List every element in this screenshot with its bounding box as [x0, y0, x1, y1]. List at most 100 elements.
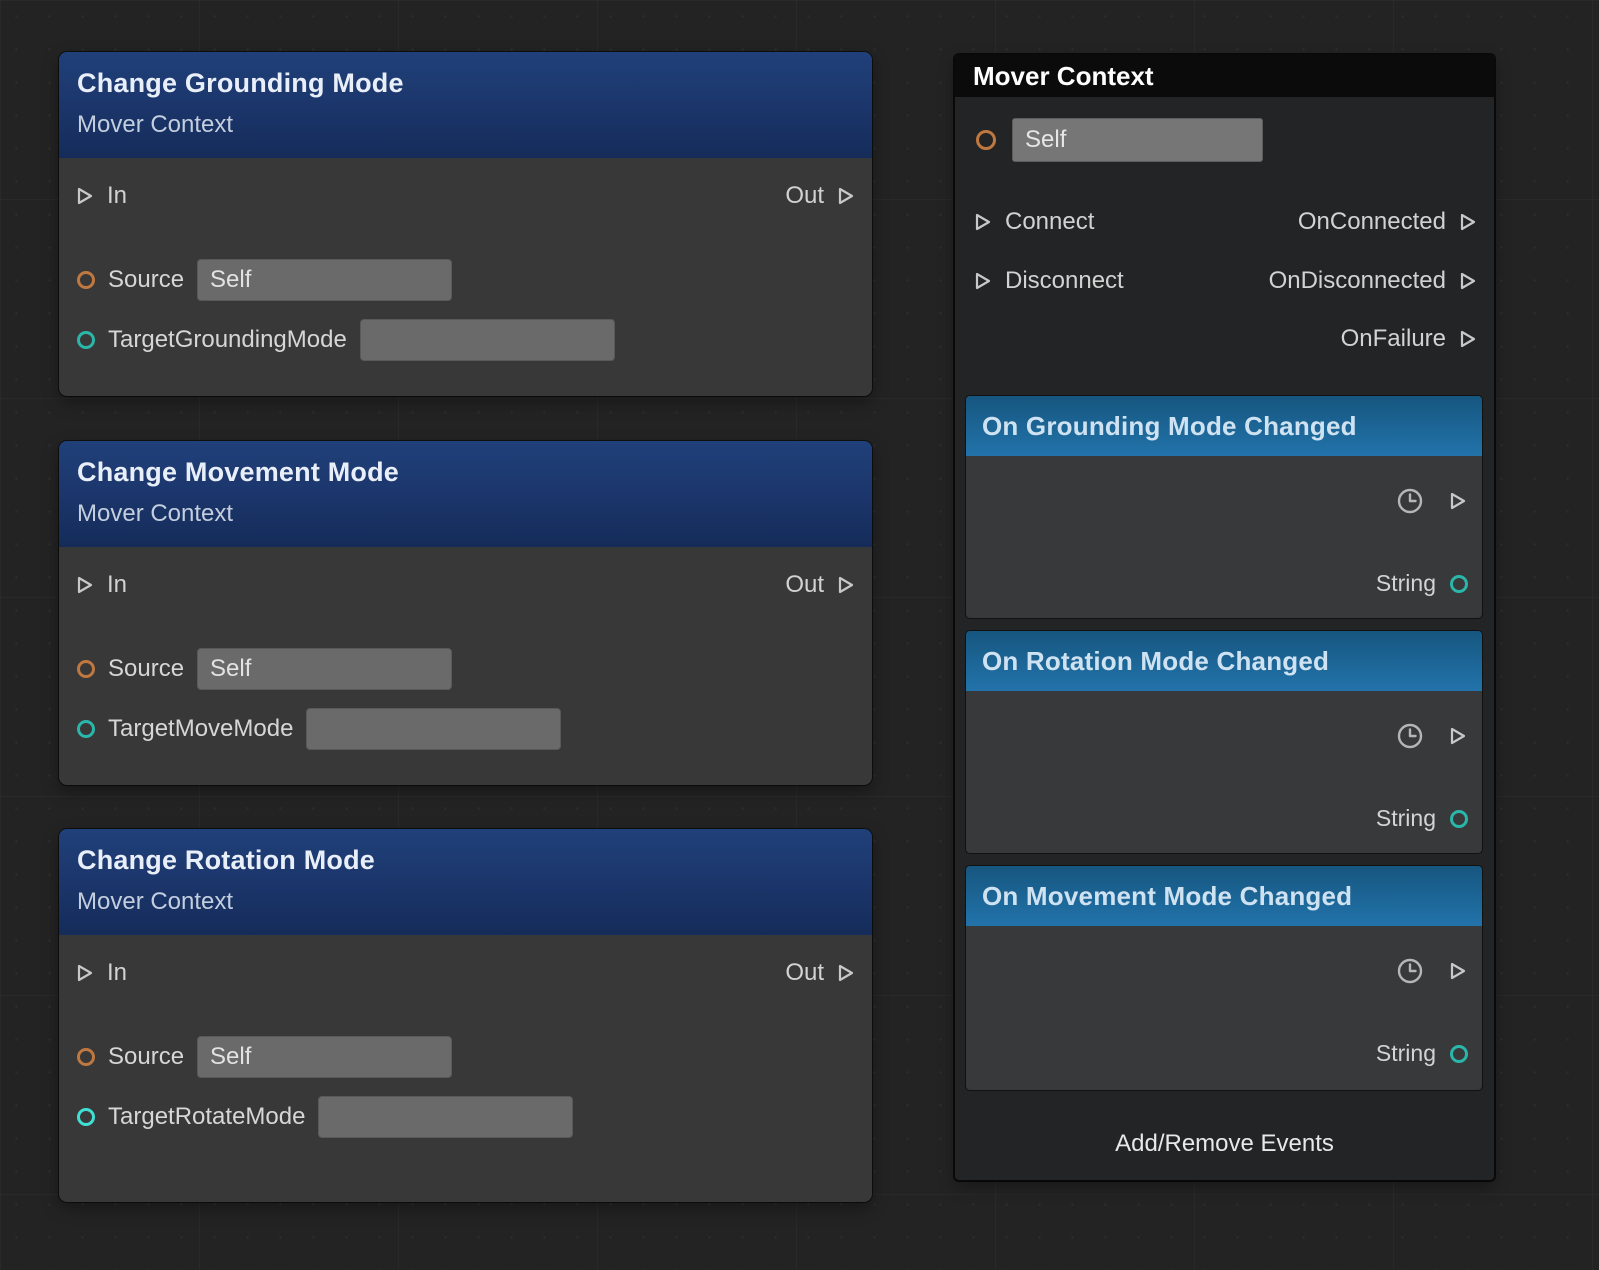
- self-row: Self: [976, 118, 1263, 162]
- node-title: Mover Context: [973, 60, 1154, 91]
- event-header[interactable]: On Grounding Mode Changed: [966, 396, 1482, 456]
- exec-out-port[interactable]: Out: [785, 182, 856, 210]
- target-label: TargetMoveMode: [108, 715, 294, 742]
- exec-out-label: Out: [785, 182, 824, 209]
- exec-out-triangle-icon[interactable]: [1448, 961, 1468, 981]
- event-title: On Rotation Mode Changed: [982, 645, 1330, 676]
- node-header[interactable]: Change Grounding Mode Mover Context: [59, 52, 872, 158]
- source-port-icon[interactable]: [77, 271, 95, 289]
- node-header[interactable]: Mover Context: [955, 55, 1494, 97]
- target-label: TargetRotateMode: [108, 1103, 306, 1130]
- node-subtitle: Mover Context: [77, 500, 234, 527]
- target-row: TargetGroundingMode: [77, 318, 615, 362]
- onconnected-label: OnConnected: [1297, 208, 1446, 235]
- source-port-icon[interactable]: [77, 660, 95, 678]
- target-port-icon[interactable]: [77, 720, 95, 738]
- target-label: TargetGroundingMode: [108, 326, 347, 353]
- string-output-label: String: [1375, 570, 1436, 596]
- exec-out-label: Out: [785, 571, 824, 598]
- exec-in-triangle-icon[interactable]: [75, 575, 95, 595]
- self-input[interactable]: Self: [1012, 118, 1263, 162]
- disconnect-row: Disconnect OnDisconnected: [955, 263, 1494, 299]
- exec-out-triangle-icon[interactable]: [1448, 491, 1468, 511]
- node-subtitle: Mover Context: [77, 888, 234, 915]
- exec-out-label: Out: [785, 959, 824, 986]
- exec-in-triangle-icon[interactable]: [973, 271, 993, 291]
- target-port-icon[interactable]: [77, 331, 95, 349]
- source-input[interactable]: Self: [197, 648, 453, 690]
- exec-out-triangle-icon[interactable]: [1458, 212, 1478, 232]
- target-port-icon[interactable]: [77, 1108, 95, 1126]
- node-change-grounding-mode[interactable]: Change Grounding Mode Mover Context In O…: [59, 52, 872, 396]
- exec-in-triangle-icon[interactable]: [973, 212, 993, 232]
- node-title: Change Rotation Mode: [77, 845, 375, 875]
- connect-in-port[interactable]: Connect: [973, 208, 1094, 236]
- exec-out-port[interactable]: Out: [785, 959, 856, 987]
- target-input[interactable]: [306, 708, 562, 750]
- exec-row: In Out: [59, 567, 872, 603]
- source-label: Source: [108, 655, 185, 682]
- exec-row: In Out: [59, 955, 872, 991]
- event-output-row: String: [1376, 570, 1468, 597]
- onfailure-label: OnFailure: [1340, 325, 1446, 352]
- exec-out-triangle-icon[interactable]: [836, 575, 856, 595]
- source-input[interactable]: Self: [197, 259, 453, 301]
- node-change-rotation-mode[interactable]: Change Rotation Mode Mover Context In Ou…: [59, 829, 872, 1202]
- exec-row: In Out: [59, 178, 872, 214]
- exec-in-label: In: [107, 959, 128, 986]
- exec-out-triangle-icon[interactable]: [1448, 726, 1468, 746]
- onfailure-out-port[interactable]: OnFailure: [1341, 325, 1478, 353]
- target-input[interactable]: [318, 1096, 574, 1138]
- exec-out-port[interactable]: Out: [785, 571, 856, 599]
- exec-out-triangle-icon[interactable]: [1458, 329, 1478, 349]
- string-port-icon[interactable]: [1450, 809, 1468, 828]
- event-output-row: String: [1376, 805, 1468, 832]
- string-output-label: String: [1375, 805, 1436, 831]
- node-header[interactable]: Change Movement Mode Mover Context: [59, 441, 872, 547]
- disconnect-in-port[interactable]: Disconnect: [973, 267, 1124, 295]
- node-title: Change Grounding Mode: [77, 68, 404, 98]
- target-input[interactable]: [359, 319, 615, 361]
- exec-out-triangle-icon[interactable]: [836, 186, 856, 206]
- event-header[interactable]: On Movement Mode Changed: [966, 866, 1482, 926]
- event-on-grounding-mode-changed[interactable]: On Grounding Mode Changed String: [966, 396, 1482, 618]
- exec-in-port[interactable]: In: [75, 571, 127, 599]
- onconnected-out-port[interactable]: OnConnected: [1298, 208, 1478, 236]
- string-port-icon[interactable]: [1450, 574, 1468, 593]
- exec-out-triangle-icon[interactable]: [1458, 271, 1478, 291]
- event-header[interactable]: On Rotation Mode Changed: [966, 631, 1482, 691]
- exec-in-port[interactable]: In: [75, 959, 127, 987]
- source-label: Source: [108, 1043, 185, 1070]
- disconnect-label: Disconnect: [1005, 267, 1124, 294]
- event-output-row: String: [1376, 1040, 1468, 1067]
- target-row: TargetRotateMode: [77, 1095, 574, 1139]
- source-label: Source: [108, 266, 185, 293]
- event-exec-row: [1396, 957, 1468, 985]
- ondisconnected-label: OnDisconnected: [1268, 267, 1446, 294]
- source-port-icon[interactable]: [77, 1048, 95, 1066]
- event-title: On Grounding Mode Changed: [982, 410, 1357, 441]
- exec-in-port[interactable]: In: [75, 182, 127, 210]
- exec-in-triangle-icon[interactable]: [75, 186, 95, 206]
- node-header[interactable]: Change Rotation Mode Mover Context: [59, 829, 872, 935]
- event-exec-row: [1396, 487, 1468, 515]
- node-change-movement-mode[interactable]: Change Movement Mode Mover Context In Ou…: [59, 441, 872, 785]
- add-remove-events-button[interactable]: Add/Remove Events: [955, 1130, 1494, 1158]
- event-on-rotation-mode-changed[interactable]: On Rotation Mode Changed String: [966, 631, 1482, 853]
- node-mover-context[interactable]: Mover Context Self Connect OnConnected D…: [955, 55, 1494, 1180]
- event-title: On Movement Mode Changed: [982, 880, 1353, 911]
- string-port-icon[interactable]: [1450, 1044, 1468, 1063]
- clock-icon: [1397, 958, 1423, 984]
- node-title: Change Movement Mode: [77, 457, 400, 487]
- event-on-movement-mode-changed[interactable]: On Movement Mode Changed String: [966, 866, 1482, 1090]
- source-input[interactable]: Self: [197, 1036, 453, 1078]
- event-exec-row: [1396, 722, 1468, 750]
- self-port-icon[interactable]: [976, 130, 996, 150]
- exec-out-triangle-icon[interactable]: [836, 963, 856, 983]
- graph-canvas[interactable]: Change Grounding Mode Mover Context In O…: [0, 0, 1599, 1270]
- node-subtitle: Mover Context: [77, 111, 234, 138]
- connect-row: Connect OnConnected: [955, 204, 1494, 240]
- ondisconnected-out-port[interactable]: OnDisconnected: [1269, 267, 1478, 295]
- exec-in-triangle-icon[interactable]: [75, 963, 95, 983]
- source-row: Source Self: [77, 258, 453, 302]
